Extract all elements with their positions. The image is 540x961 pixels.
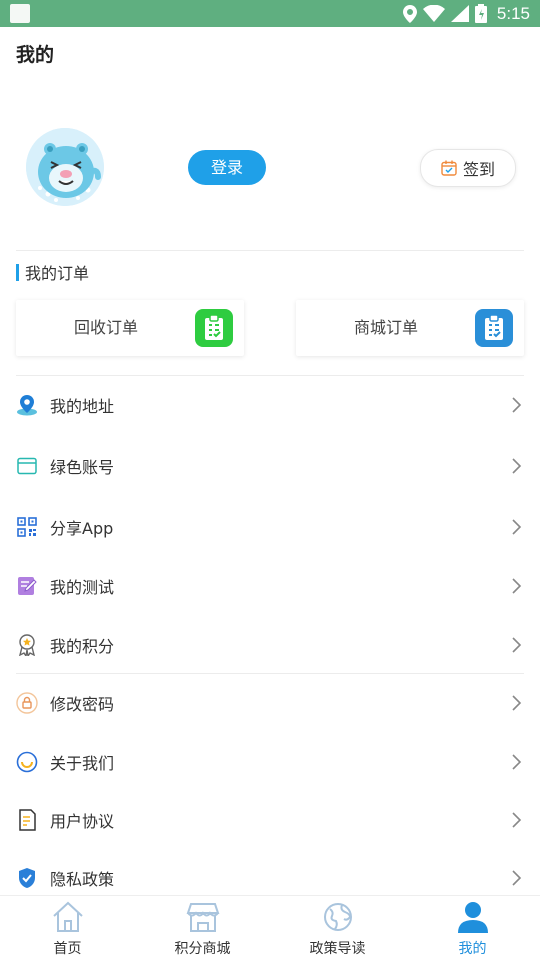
chevron-right-icon [512,870,522,886]
battery-icon [474,4,487,23]
page-title: 我的 [16,44,55,66]
medal-icon [16,634,38,656]
orders-section-label: 我的订单 [25,264,90,283]
mascot-avatar-image [26,128,104,206]
shield-icon [16,867,38,889]
chevron-right-icon [512,812,522,828]
chevron-right-icon [512,637,522,653]
tab-points-mall[interactable]: 积分商城 [135,896,270,961]
signal-icon [450,5,469,22]
chevron-right-icon [512,458,522,474]
chevron-right-icon [512,695,522,711]
menu-label: 我的地址 [50,397,115,416]
recycle-orders-card[interactable]: 回收订单 [16,300,244,356]
menu-item-my-points[interactable]: 我的积分 [0,616,540,674]
menu-item-change-password[interactable]: 修改密码 [0,674,540,732]
tab-label: 政策导读 [309,941,366,957]
divider [16,250,524,251]
clipboard-icon [195,309,233,347]
edit-icon [16,575,38,597]
menu-label: 用户协议 [50,812,115,831]
tab-home[interactable]: 首页 [0,896,135,961]
tab-label: 积分商城 [174,941,231,957]
menu-label: 我的积分 [50,637,115,656]
wifi-icon [422,5,445,22]
menu-label: 分享App [50,519,114,538]
chevron-right-icon [512,519,522,535]
mall-orders-card[interactable]: 商城订单 [296,300,524,356]
store-icon [186,903,219,932]
tab-label: 我的 [458,941,487,957]
qr-icon [16,516,38,538]
menu-label: 隐私政策 [50,870,115,889]
app-notification-icon [10,4,30,23]
lock-icon [16,692,38,714]
status-icons: 5:15 [402,3,530,24]
location-status-icon [402,4,417,23]
globe-icon [323,903,352,931]
menu-item-address[interactable]: 我的地址 [0,376,540,434]
clipboard-icon [475,309,513,347]
menu-label: 我的测试 [50,578,115,597]
document-icon [16,809,38,831]
checkin-label: 签到 [462,160,495,179]
checkin-button[interactable]: 签到 [420,149,516,187]
tab-label: 首页 [53,941,82,957]
bottom-tab-bar: 首页 积分商城 政策导读 我的 [0,895,540,961]
tab-policy-guide[interactable]: 政策导读 [270,896,405,961]
status-bar: 5:15 [0,0,540,27]
menu-label: 绿色账号 [50,458,115,477]
recycle-orders-label: 回收订单 [73,318,138,337]
card-icon [16,455,38,477]
menu-label: 修改密码 [50,695,115,714]
menu-label: 关于我们 [50,754,115,773]
chevron-right-icon [512,754,522,770]
smile-icon [16,751,38,773]
tab-mine[interactable]: 我的 [405,896,540,961]
menu-item-share-app[interactable]: 分享App [0,498,540,556]
orders-section-title: 我的订单 [16,262,90,283]
login-button[interactable]: 登录 [188,150,266,185]
chevron-right-icon [512,397,522,413]
calendar-icon [441,160,457,176]
clock: 5:15 [496,3,530,23]
menu-item-about-us[interactable]: 关于我们 [0,733,540,791]
mall-orders-label: 商城订单 [353,318,418,337]
avatar[interactable] [26,128,104,206]
chevron-right-icon [512,578,522,594]
menu-item-my-test[interactable]: 我的测试 [0,557,540,615]
menu-item-user-agreement[interactable]: 用户协议 [0,791,540,849]
home-icon [52,901,83,932]
menu-item-green-account[interactable]: 绿色账号 [0,437,540,495]
user-icon [457,902,488,933]
section-accent-bar [16,263,19,281]
location-icon [16,394,38,416]
